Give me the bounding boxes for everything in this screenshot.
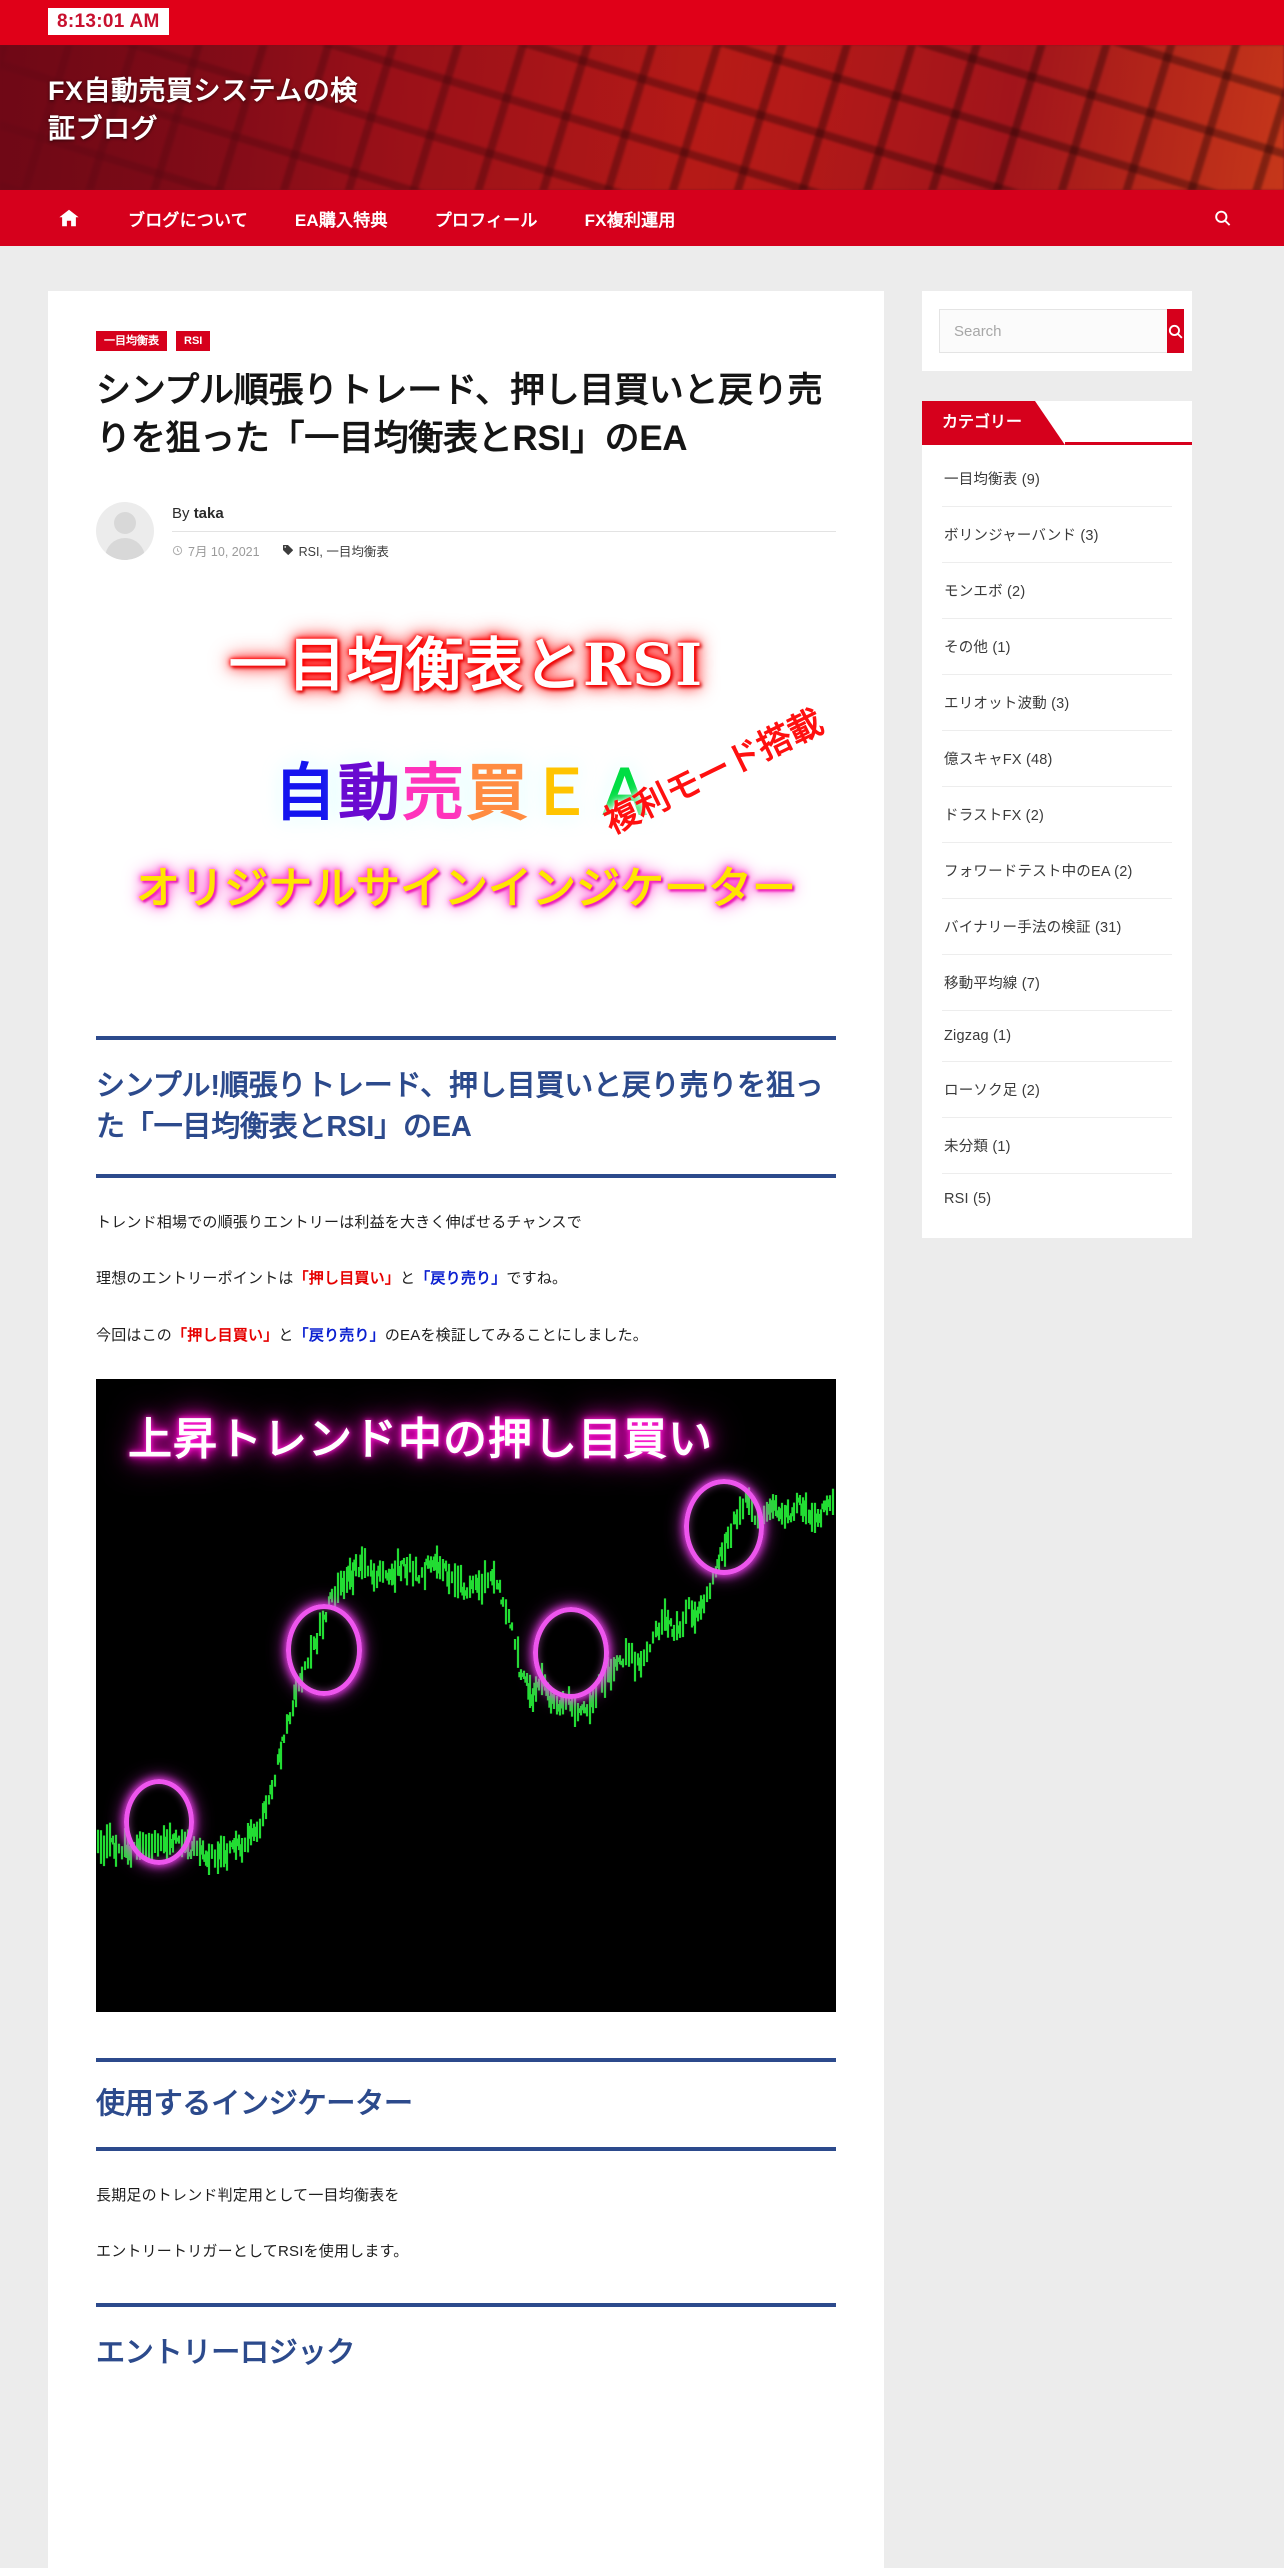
paragraph-2: 理想のエントリーポイントは「押し目買い」と「戻り売り」ですね。 (96, 1266, 836, 1292)
list-item[interactable]: 億スキャFX (48) (942, 731, 1172, 787)
paragraph-2-highlight-sell: 「戻り売り」 (415, 1270, 507, 1288)
site-header-banner: FX自動売買システムの検証ブログ (0, 45, 1284, 190)
section-heading-2: 使用するインジケーター (96, 2057, 836, 2151)
search-icon[interactable] (1213, 209, 1232, 228)
search-submit-button[interactable] (1167, 309, 1184, 353)
entry-marker-3 (533, 1606, 609, 1699)
entry-marker-4 (684, 1478, 764, 1575)
publish-date-text: 7月 10, 2021 (188, 544, 260, 559)
search-widget (922, 291, 1192, 371)
candlestick-series (96, 1487, 835, 1875)
list-item[interactable]: RSI (5) (942, 1174, 1172, 1224)
main-navigation[interactable]: ブログについて EA購入特典 プロフィール FX複利運用 (0, 190, 1284, 246)
home-icon[interactable] (58, 207, 80, 229)
avatar (96, 501, 154, 560)
list-item[interactable]: モンエボ (2) (942, 563, 1172, 619)
entry-marker-2 (286, 1603, 362, 1696)
list-item[interactable]: バイナリー手法の検証 (31) (942, 899, 1172, 955)
article-tags: RSI, 一目均衡表 (282, 541, 389, 560)
list-item[interactable]: その他 (1) (942, 619, 1172, 675)
paragraph-3-part-c: のEAを検証してみることにしました。 (384, 1326, 648, 1344)
paragraph-3-part-a: 今回はこの (96, 1326, 173, 1344)
sidebar: カテゴリー 一目均衡表 (9) ボリンジャーバンド (3) モンエボ (2) そ… (922, 291, 1192, 1268)
list-item[interactable]: 移動平均線 (7) (942, 955, 1172, 1011)
paragraph-4: 長期足のトレンド判定用として一目均衡表を (96, 2186, 400, 2204)
nav-item-fx-compound[interactable]: FX複利運用 (585, 206, 676, 231)
entry-marker-1 (124, 1778, 194, 1865)
featured-line-1: 一目均衡表とRSI (228, 630, 704, 699)
list-item[interactable]: ドラストFX (2) (942, 787, 1172, 843)
categories-widget-title: カテゴリー (922, 401, 1066, 445)
category-list: 一目均衡表 (9) ボリンジャーバンド (3) モンエボ (2) その他 (1)… (922, 445, 1192, 1238)
featured-char-4: 買 (466, 755, 531, 829)
page-title: シンプル順張りトレード、押し目買いと戻り売りを狙った「一目均衡表とRSI」のEA (96, 371, 823, 459)
list-item[interactable]: フォワードテスト中のEA (2) (942, 843, 1172, 899)
list-item[interactable]: 未分類 (1) (942, 1118, 1172, 1174)
paragraph-2-highlight-buy: 「押し目買い」 (293, 1270, 401, 1288)
clock-icon (172, 545, 183, 555)
featured-char-2: 動 (337, 755, 402, 829)
categories-widget: カテゴリー 一目均衡表 (9) ボリンジャーバンド (3) モンエボ (2) そ… (922, 401, 1192, 1238)
nav-item-profile[interactable]: プロフィール (435, 206, 538, 231)
featured-line-3: オリジナルサインインジケーター (136, 862, 796, 914)
paragraph-3: 今回はこの「押し目買い」と「戻り売り」のEAを検証してみることにしました。 (96, 1323, 836, 1349)
featured-image: 一目均衡表とRSI 自動売買ＥＡ 複利モード搭載 オリジナルサインインジケーター (96, 593, 836, 998)
list-item[interactable]: Zigzag (1) (942, 1011, 1172, 1062)
paragraph-3-part-b: と (278, 1326, 294, 1344)
paragraph-3-highlight-sell: 「戻り売り」 (293, 1326, 385, 1344)
status-bar: 8:13:01 AM (0, 0, 1284, 45)
paragraph-2-part-a: 理想のエントリーポイントは (96, 1270, 294, 1288)
paragraph-2-part-c: ですね。 (506, 1270, 568, 1288)
author-name[interactable]: taka (194, 505, 224, 522)
tag-icon (282, 545, 293, 556)
paragraph-3-highlight-buy: 「押し目買い」 (172, 1326, 279, 1344)
featured-char-1: 自 (273, 755, 338, 829)
featured-char-3: 売 (401, 755, 466, 829)
list-item[interactable]: ボリンジャーバンド (3) (942, 507, 1172, 563)
search-input[interactable] (939, 309, 1167, 353)
byline: By taka 7月 10, 2021 RSI, 一目均衡表 (96, 501, 836, 568)
category-badge-ichimoku[interactable]: 一目均衡表 (96, 331, 167, 352)
article-content: 一目均衡表 RSI シンプル順張りトレード、押し目買いと戻り売りを狙った「一目均… (48, 291, 884, 2568)
section-heading-3: エントリーロジック (96, 2303, 836, 2374)
publish-date: 7月 10, 2021 (172, 541, 260, 560)
author-line: By taka (172, 505, 836, 532)
page-body: 一目均衡表 RSI シンプル順張りトレード、押し目買いと戻り売りを狙った「一目均… (0, 246, 1284, 2568)
paragraph-2-part-b: と (400, 1270, 416, 1288)
chart-image-title: 上昇トレンド中の押し目買い (128, 1413, 713, 1465)
paragraph-5: エントリートリガーとしてRSIを使用します。 (96, 2243, 409, 2261)
section-heading-1: シンプル!順張りトレード、押し目買いと戻り売りを狙った「一目均衡表とRSI」のE… (96, 1035, 836, 1179)
byline-prefix: By (172, 504, 190, 522)
nav-item-ea-bonus[interactable]: EA購入特典 (295, 206, 388, 231)
candlestick-chart-image: 上昇トレンド中の押し目買い (96, 1378, 836, 2012)
article-meta: 7月 10, 2021 RSI, 一目均衡表 (172, 532, 836, 560)
search-icon (1168, 324, 1183, 339)
site-title: FX自動売買システムの検証ブログ (48, 76, 358, 144)
featured-line-2: 自動売買ＥＡ (274, 742, 658, 832)
paragraph-1: トレンド相場での順張りエントリーは利益を大きく伸ばせるチャンスで (96, 1214, 582, 1232)
clock-badge: 8:13:01 AM (48, 8, 169, 35)
list-item[interactable]: 一目均衡表 (9) (942, 451, 1172, 507)
featured-char-5: Ｅ (530, 755, 595, 829)
category-badge-rsi[interactable]: RSI (176, 331, 211, 352)
article-tags-text[interactable]: RSI, 一目均衡表 (299, 541, 389, 560)
nav-item-blog-about[interactable]: ブログについて (128, 206, 248, 231)
list-item[interactable]: エリオット波動 (3) (942, 675, 1172, 731)
list-item[interactable]: ローソク足 (2) (942, 1062, 1172, 1118)
article-category-badges: 一目均衡表 RSI (96, 331, 836, 352)
categories-widget-header: カテゴリー (922, 401, 1192, 445)
